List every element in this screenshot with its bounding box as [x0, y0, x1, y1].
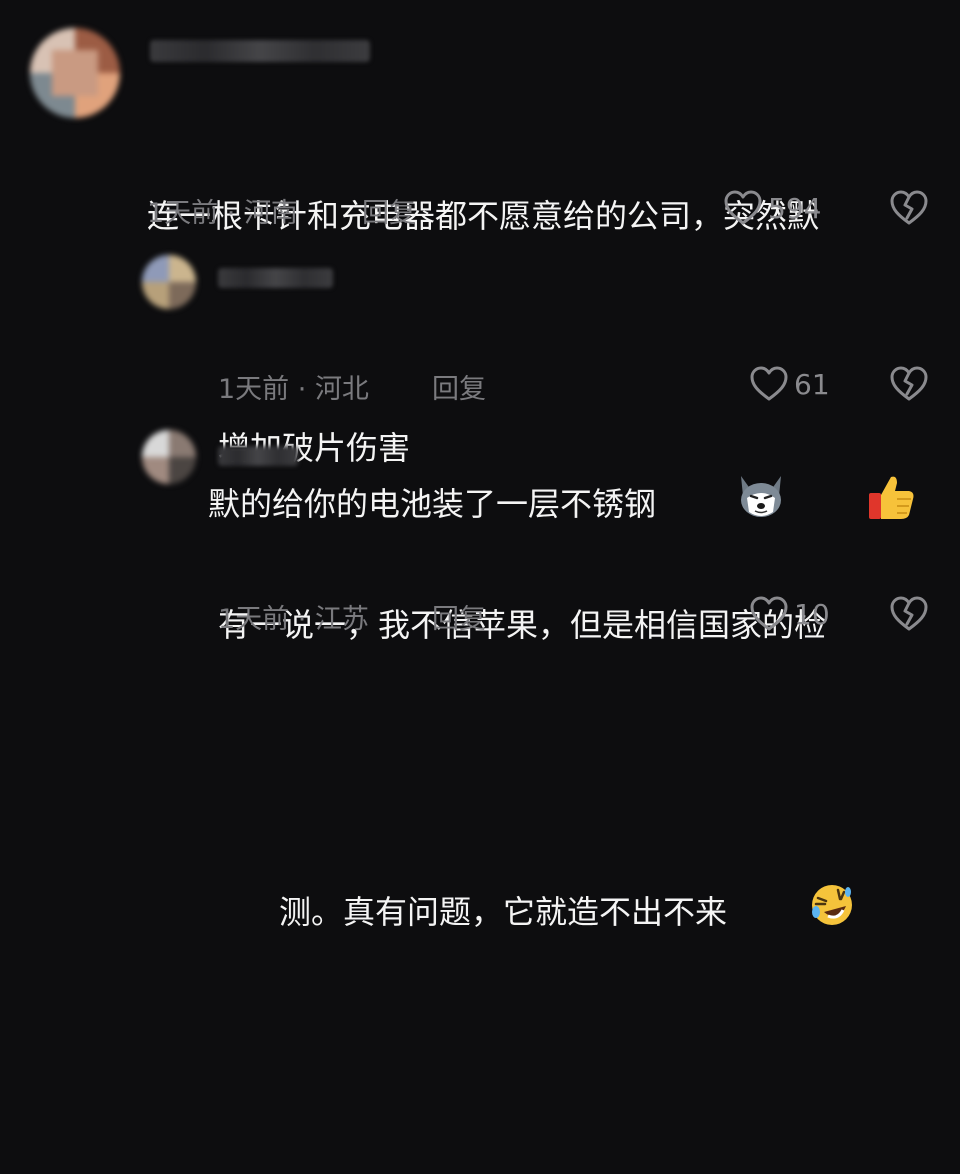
avatar[interactable] — [30, 28, 120, 118]
reply-button[interactable]: 回复 — [432, 597, 486, 636]
broken-heart-icon — [890, 190, 928, 230]
dislike-button[interactable] — [890, 190, 928, 230]
dislike-button[interactable] — [890, 366, 928, 406]
comment-meta: 1天前 · 河南 — [147, 191, 298, 230]
username[interactable] — [218, 446, 298, 466]
reply-text: 有一说一，我不信苹果，但是相信国家的检 测。真有问题，它就造不出不来 — [218, 483, 948, 1174]
heart-icon — [724, 190, 762, 226]
broken-heart-icon — [890, 366, 928, 406]
avatar[interactable] — [142, 255, 196, 309]
dislike-button[interactable] — [890, 596, 928, 636]
meta-separator: · — [289, 374, 315, 405]
username[interactable] — [218, 268, 333, 288]
reply-button[interactable]: 回复 — [432, 367, 486, 406]
reply-button[interactable]: 回复 — [362, 191, 416, 230]
reply-item: 有一说一，我不信苹果，但是相信国家的检 测。真有问题，它就造不出不来 1天前 ·… — [0, 420, 960, 931]
like-button[interactable]: 10 — [750, 596, 830, 632]
comment-location: 河北 — [314, 374, 369, 405]
reply-item: 增加破片伤害 1天前 · 河北 回复 61 — [0, 240, 960, 467]
comment-meta: 1天前 · 江苏 — [218, 597, 369, 636]
comment-location: 河南 — [243, 198, 298, 229]
comment-item: 连一根卡针和充电器都不愿意给的公司，突然默 默的给你的电池装了一层不锈钢 1天前… — [0, 0, 960, 523]
heart-icon — [750, 366, 788, 402]
like-count: 61 — [794, 367, 830, 401]
heart-icon — [750, 596, 788, 632]
broken-heart-icon — [890, 596, 928, 636]
meta-separator: · — [289, 604, 315, 635]
comment-time: 1天前 — [147, 198, 219, 229]
comment-location: 江苏 — [314, 604, 369, 635]
like-count: 594 — [768, 191, 822, 225]
comment-meta: 1天前 · 河北 — [218, 367, 369, 406]
like-button[interactable]: 594 — [724, 190, 821, 226]
username[interactable] — [150, 40, 370, 62]
like-button[interactable]: 61 — [750, 366, 830, 402]
comment-time: 1天前 — [218, 604, 290, 635]
like-count: 10 — [794, 597, 830, 631]
meta-separator: · — [218, 198, 244, 229]
rolling-laughing-emoji — [727, 825, 856, 1003]
comment-time: 1天前 — [218, 374, 290, 405]
avatar[interactable] — [142, 430, 196, 484]
